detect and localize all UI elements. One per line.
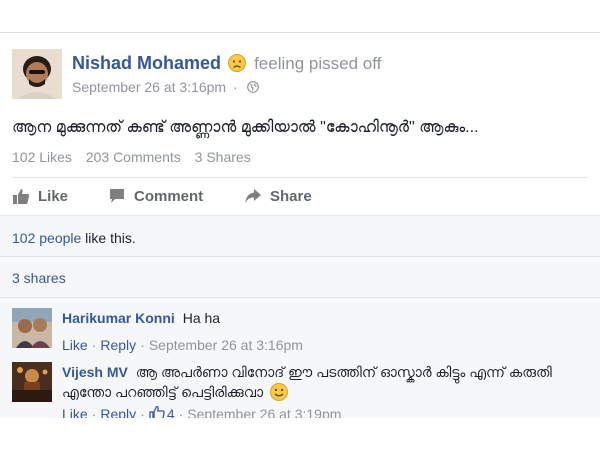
post-counts: 102 Likes 203 Comments 3 Shares [12,149,261,165]
thumbs-up-icon [13,189,30,204]
commenter-avatar[interactable] [12,362,52,402]
commenter-avatar[interactable] [12,308,52,348]
comment-timestamp[interactable]: September 26 at 3:16pm [149,337,303,353]
post-card: Nishad Mohamed feeling pissed off Septem… [0,32,600,418]
post-header: Nishad Mohamed feeling pissed off Septem… [12,47,592,99]
like-this-text: like this. [81,230,136,246]
comment-timestamp[interactable]: September 26 at 3:19pm [187,406,341,418]
comment-item: Vijesh MV ആ അപർണാ വിനോദ് ഈ പടത്തിന് ഓസ്ക… [12,362,592,418]
summary-divider [0,256,600,257]
comment-body: Vijesh MV ആ അപർണാ വിനോദ് ഈ പടത്തിന് ഓസ്ക… [62,362,582,418]
action-bar: Like Comment Share [12,183,588,213]
author-line: Nishad Mohamed feeling pissed off [72,53,381,74]
post-text: ആന മുക്കുന്നത് കണ്ട് അണ്ണാൻ മുക്കിയാൽ "ക… [12,119,479,136]
commenter-name[interactable]: Vijesh MV [62,364,128,380]
globe-icon[interactable] [246,80,259,93]
comment-reply-link[interactable]: Reply [100,337,136,353]
feedback-panel: 102 people like this. 3 shares Harikumar… [0,215,600,418]
comment-meta: Like · Reply · September 26 at 3:16pm [62,337,303,353]
thumbs-up-icon [149,405,165,418]
comments-count[interactable]: 203 Comments [86,149,181,165]
shares-summary[interactable]: 3 shares [12,270,66,286]
comment-reply-link[interactable]: Reply [100,406,136,418]
like-button[interactable]: Like [12,187,68,205]
likes-summary: 102 people like this. [12,230,136,246]
like-label: Like [38,187,69,205]
share-label: Share [270,187,312,205]
post-timestamp[interactable]: September 26 at 3:16pm [72,79,226,95]
meta-separator: · [233,79,238,95]
people-link[interactable]: 102 people [12,230,81,246]
comment-label: Comment [134,187,204,205]
comment-text: Ha ha [182,310,221,326]
reaction-count: 4 [166,406,175,418]
comment-reaction-count[interactable]: 4 [149,405,175,418]
comment-body: Harikumar Konni Ha ha Like · Reply · Septemb… [62,308,582,355]
comment-bubble-icon [110,189,124,203]
comment-text: ആ അപർണാ വിനോദ് ഈ പടത്തിന് ഓസ്കാർ കിട്ടും… [62,364,552,400]
counts-divider [12,177,588,178]
author-name[interactable]: Nishad Mohamed [72,53,221,73]
comment-item: Harikumar Konni Ha ha Like · Reply · Septemb… [12,308,592,358]
shares-divider [0,297,600,298]
commenter-name[interactable]: Harikumar Konni [62,310,175,326]
comment-like-link[interactable]: Like [62,406,88,418]
share-arrow-icon [245,189,261,203]
comment-button[interactable]: Comment [108,187,203,205]
likes-count[interactable]: 102 Likes [12,149,72,165]
feeling-text: feeling pissed off [254,54,382,73]
comment-like-link[interactable]: Like [62,337,88,353]
post-meta: September 26 at 3:16pm · [72,79,259,95]
shares-count[interactable]: 3 Shares [195,149,251,165]
comment-meta: Like · Reply · 4 · September 26 at 3:19pm [62,404,582,418]
share-button[interactable]: Share [244,187,312,205]
author-avatar[interactable] [12,49,62,99]
smiley-face-icon [269,383,288,401]
sad-face-icon [228,54,247,72]
